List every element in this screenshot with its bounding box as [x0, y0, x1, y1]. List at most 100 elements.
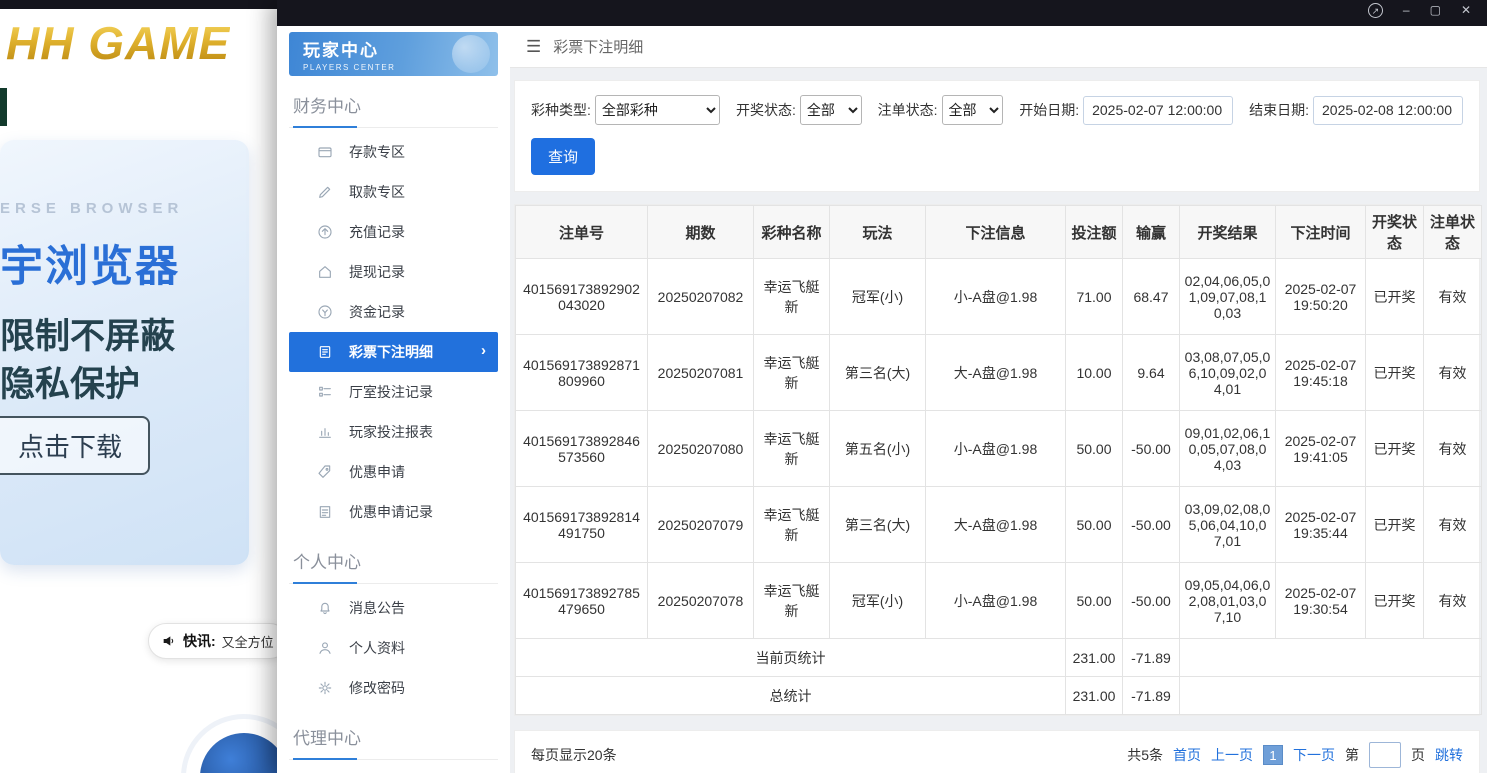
table-cell: 冠军(小) [829, 562, 926, 639]
column-header: 输赢 [1122, 205, 1180, 259]
sidebar-item[interactable]: 彩票下注明细 › [289, 332, 498, 372]
summary-label: 总统计 [515, 676, 1066, 715]
table-cell: 已开奖 [1365, 562, 1424, 639]
sidebar-item-label: 存款专区 [349, 144, 405, 160]
sidebar-item[interactable]: 取款专区› [289, 172, 498, 212]
first-page-link[interactable]: 首页 [1173, 745, 1201, 765]
content-area: 彩种类型: 全部彩种 开奖状态: 全部 注单状态: 全部 开始日期: 2025-… [510, 68, 1487, 773]
column-header: 投注额 [1065, 205, 1123, 259]
home-icon [317, 264, 333, 280]
draw-status-select[interactable]: 全部 [799, 95, 862, 125]
table-cell: 20250207078 [647, 562, 754, 639]
sidebar-item[interactable]: 提现记录› [289, 252, 498, 292]
maximize-icon[interactable]: ▢ [1430, 3, 1441, 17]
bet-status-label: 注单状态: [877, 102, 938, 118]
next-page-link[interactable]: 下一页 [1293, 745, 1335, 765]
table-cell: 2025-02-07 19:41:05 [1275, 410, 1366, 487]
tag-icon [317, 464, 333, 480]
lottery-type-label: 彩种类型: [531, 102, 591, 118]
table-cell: 第五名(小) [829, 410, 926, 487]
bets-table-card: 注单号 期数 彩种名称 玩法 下注信息 投注额 输赢 开奖结果 下注时间 开奖状态 注单状态 401… [514, 204, 1482, 716]
sidebar-item[interactable]: 厅室投注记录› [289, 372, 498, 412]
sidebar-item[interactable]: 个人资料› [289, 628, 498, 668]
table-cell: 50.00 [1065, 486, 1123, 563]
table-row: 401569173892785479650 20250207078 幸运飞艇新 冠军(… [515, 562, 1482, 639]
table-cell: 9.64 [1122, 334, 1180, 411]
table-cell: 幸运飞艇新 [753, 562, 830, 639]
sidebar-section-heading: 个人中心 [289, 532, 498, 584]
hamburger-icon[interactable]: ☰ [526, 37, 541, 57]
sidebar-item[interactable]: 优惠申请› [289, 452, 498, 492]
table-cell: 401569173892785479650 [515, 562, 648, 639]
news-ticker: 快讯: 又全方位 [148, 623, 277, 659]
table-cell: 幸运飞艇新 [753, 258, 830, 335]
table-cell: 幸运飞艇新 [753, 486, 830, 563]
sidebar-item-label: 优惠申请 [349, 464, 405, 480]
summary-label: 当前页统计 [515, 638, 1066, 677]
bet-status-select[interactable]: 全部 [941, 95, 1004, 125]
sidebar-item[interactable]: 玩家投注报表› [289, 412, 498, 452]
table-cell: 20250207082 [647, 258, 754, 335]
end-date-input[interactable] [1313, 95, 1463, 125]
sidebar-item[interactable]: 充值记录› [289, 212, 498, 252]
gear-icon [317, 680, 333, 696]
sidebar-title: 玩家中心 [303, 41, 379, 60]
table-cell: 有效 [1423, 258, 1482, 335]
globe-icon [200, 733, 277, 773]
table-cell: 大-A盘@1.98 [925, 486, 1066, 563]
sidebar-subtitle: PLAYERS CENTER [303, 63, 396, 72]
summary-row: 总统计 231.00 -71.89 [515, 676, 1482, 715]
sidebar-item[interactable]: 存款专区› [289, 132, 498, 172]
sidebar: 玩家中心 PLAYERS CENTER 财务中心存款专区›取款专区›充值记录›提… [277, 26, 510, 773]
table-cell: 冠军(小) [829, 258, 926, 335]
table-row: 401569173892902043020 20250207082 幸运飞艇新 冠军(… [515, 258, 1482, 335]
table-cell: 第三名(大) [829, 486, 926, 563]
arrow-up-circle-icon [317, 224, 333, 240]
table-cell: 幸运飞艇新 [753, 334, 830, 411]
sidebar-item-label: 玩家投注报表 [349, 424, 433, 440]
book-icon [317, 344, 333, 360]
table-cell: 401569173892871809960 [515, 334, 648, 411]
download-button[interactable]: 点击下载 [0, 416, 151, 475]
lottery-type-select[interactable]: 全部彩种 [594, 95, 720, 125]
prev-page-link[interactable]: 上一页 [1211, 745, 1253, 765]
start-date-input[interactable] [1083, 95, 1234, 125]
sidebar-item[interactable]: 优惠申请记录› [289, 492, 498, 532]
page-suffix-text: 页 [1411, 747, 1425, 763]
table-cell: 有效 [1423, 562, 1482, 639]
checklist-icon [317, 384, 333, 400]
column-header: 下注时间 [1275, 205, 1366, 259]
pencil-icon [317, 184, 333, 200]
column-header: 开奖结果 [1179, 205, 1276, 259]
share-icon[interactable]: ↗ [1367, 3, 1383, 18]
sidebar-item[interactable]: › [289, 764, 498, 773]
summary-bet-total: 231.00 [1065, 676, 1123, 715]
search-button[interactable]: 查询 [531, 138, 596, 175]
promo-line3: 隐私保护 [0, 365, 141, 404]
table-cell: 50.00 [1065, 562, 1123, 639]
table-cell: 小-A盘@1.98 [925, 258, 1066, 335]
current-page-button[interactable]: 1 [1263, 745, 1283, 765]
close-icon[interactable]: ✕ [1461, 3, 1471, 17]
edge-decoration [0, 88, 7, 126]
jump-link[interactable]: 跳转 [1435, 745, 1463, 765]
sidebar-item[interactable]: 资金记录› [289, 292, 498, 332]
table-cell: 71.00 [1065, 258, 1123, 335]
minimize-icon[interactable]: – [1403, 3, 1410, 17]
sidebar-item-label: 彩票下注明细 [349, 344, 433, 360]
promo-banner: ERSE BROWSER 宇浏览器 限制不屏蔽 隐私保护 点击下载 [0, 140, 249, 565]
floating-logo-ball [186, 719, 277, 773]
sidebar-section-heading: 代理中心 [289, 708, 498, 760]
table-cell: 有效 [1423, 334, 1482, 411]
person-icon [317, 640, 333, 656]
sidebar-item[interactable]: 消息公告› [289, 588, 498, 628]
table-cell: 2025-02-07 19:35:44 [1275, 486, 1366, 563]
page-jump-input[interactable] [1369, 742, 1401, 768]
table-cell: 401569173892814491750 [515, 486, 648, 563]
main-area: ☰ 彩票下注明细 彩种类型: 全部彩种 开奖状态: 全部 注单状态: 全部 开始… [510, 26, 1487, 773]
chevron-right-icon: › [481, 342, 486, 359]
table-cell: 401569173892846573560 [515, 410, 648, 487]
sidebar-item[interactable]: 修改密码› [289, 668, 498, 708]
promo-title: 宇浏览器 [0, 243, 180, 291]
table-cell: 10.00 [1065, 334, 1123, 411]
